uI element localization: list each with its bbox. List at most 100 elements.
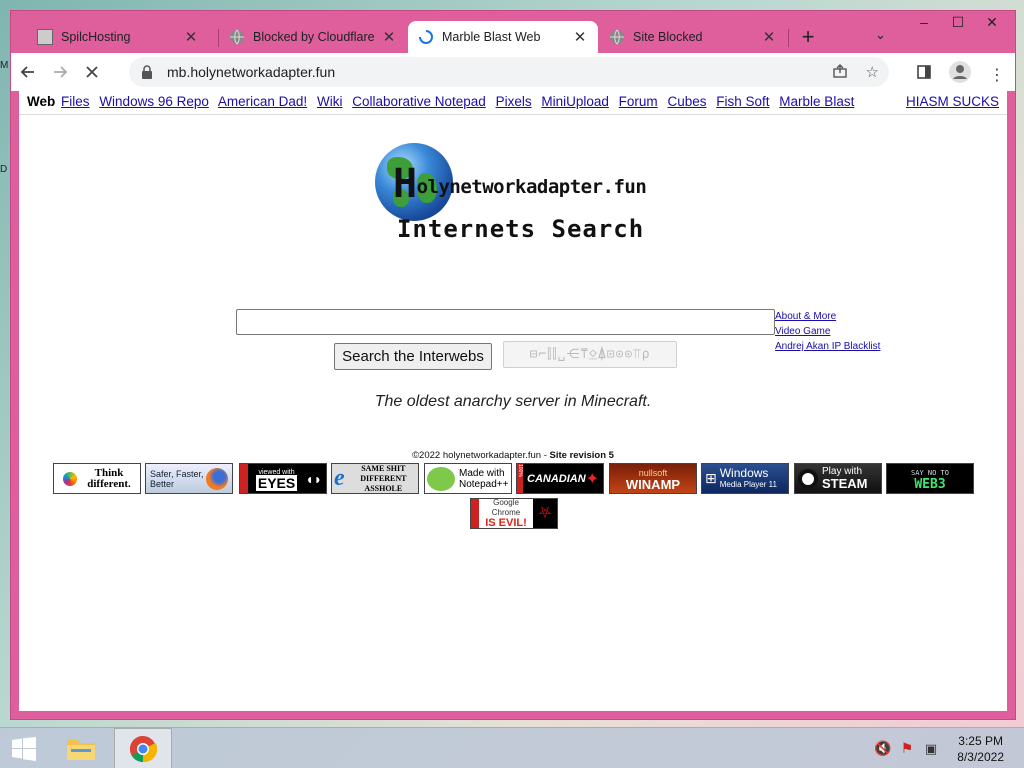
search-input[interactable] (236, 309, 775, 335)
notepadpp-chameleon-icon (427, 466, 455, 491)
address-bar[interactable]: mb.holynetworkadapter.fun ☆ (129, 57, 889, 87)
link-video-game[interactable]: Video Game (775, 324, 880, 339)
copyright-label: ©2022 holynetworkadapter.fun - (412, 450, 550, 461)
web-page: Web Files Windows 96 Repo American Dad! … (19, 91, 1007, 711)
nav-link-american-dad[interactable]: American Dad! (218, 94, 307, 109)
badge-winamp[interactable]: nullsoft WINAMP (609, 463, 697, 494)
badge-think-different[interactable]: Think different. (53, 463, 141, 494)
desktop-icon-label[interactable]: M (0, 60, 8, 71)
badge-text: CANADIAN (527, 472, 586, 485)
nav-link-collaborative-notepad[interactable]: Collaborative Notepad (352, 94, 486, 109)
close-tab-icon[interactable]: ✕ (761, 28, 777, 46)
clock-time: 3:25 PM (958, 734, 1003, 748)
tab-title: Site Blocked (633, 30, 703, 44)
badge-text: STEAM (822, 475, 868, 491)
loading-spinner-icon (418, 29, 434, 45)
badge-text: SAME SHIT DIFFERENT (360, 463, 407, 483)
tab-marble-blast-web[interactable]: Marble Blast Web ✕ (408, 21, 598, 53)
nav-link-cubes[interactable]: Cubes (667, 94, 706, 109)
logo-title-text: olynetworkadapter.fun (416, 176, 647, 198)
search-button[interactable]: Search the Interwebs (334, 343, 492, 370)
logo-title-initial: H (393, 161, 417, 207)
nav-link-fish-soft[interactable]: Fish Soft (716, 94, 769, 109)
link-ip-blacklist[interactable]: Andrej Akan IP Blacklist (775, 339, 880, 354)
eyes-icon: ◖◗ (305, 470, 322, 487)
close-tab-icon[interactable]: ✕ (381, 28, 397, 46)
pentagram-icon: ⛧ (533, 499, 557, 528)
tab-strip: SpilcHosting ✕ Blocked by Cloudflare ✕ M… (11, 11, 1015, 53)
action-center-flag-icon[interactable]: ⚑ (896, 728, 918, 768)
volume-muted-icon[interactable]: 🔇 (872, 728, 894, 768)
lock-icon[interactable] (141, 65, 155, 79)
system-clock[interactable]: 3:25 PM 8/3/2022 (957, 733, 1004, 765)
back-arrow-icon[interactable] (13, 57, 43, 87)
badge-text: ASSHOLE (364, 483, 403, 493)
badge-canadian[interactable]: 100% CANADIAN ✦ (516, 463, 604, 494)
badge-text: 100% (517, 464, 523, 493)
badge-text: Media Player 11 (719, 479, 777, 489)
close-tab-icon[interactable]: ✕ (183, 28, 199, 46)
badge-text: Better (150, 478, 175, 489)
badge-viewed-with-eyes[interactable]: viewed with EYES ◖◗ (239, 463, 327, 494)
new-tab-button[interactable]: + (795, 25, 821, 49)
badge-text: Windows (719, 465, 769, 480)
share-icon[interactable] (832, 63, 848, 83)
tab-site-blocked[interactable]: Site Blocked ✕ (599, 21, 787, 53)
spilc-favicon-icon (37, 29, 53, 45)
site-revision: Site revision 5 (549, 450, 614, 461)
badge-web3[interactable]: SAY NO TO WEB3 (886, 463, 974, 494)
badge-text: Google Chrome (491, 498, 521, 517)
maple-leaf-icon: ✦ (585, 470, 600, 488)
minimize-button[interactable]: – (907, 11, 941, 35)
badge-notepadpp[interactable]: Made with Notepad++ (424, 463, 512, 494)
nav-link-marble-blast[interactable]: Marble Blast (779, 94, 854, 109)
nav-link-hiasm-sucks[interactable]: HIASM SUCKS (906, 94, 999, 109)
badge-chrome-evil[interactable]: Google Chrome IS EVIL! ⛧ (470, 498, 558, 529)
forward-arrow-icon[interactable] (45, 57, 75, 87)
close-tab-icon[interactable]: ✕ (572, 28, 588, 46)
badge-steam[interactable]: Play with STEAM (794, 463, 882, 494)
steam-logo-icon (798, 468, 818, 489)
nav-link-wiki[interactable]: Wiki (317, 94, 343, 109)
tab-spilchosting[interactable]: SpilcHosting ✕ (27, 21, 209, 53)
nav-link-forum[interactable]: Forum (619, 94, 658, 109)
chrome-taskbar-button[interactable] (114, 728, 172, 768)
badge-same-shit[interactable]: e SAME SHIT DIFFERENT ASSHOLE (331, 463, 419, 494)
badge-text: different. (87, 477, 131, 490)
top-nav: Web Files Windows 96 Repo American Dad! … (19, 91, 1007, 115)
firefox-logo-icon (206, 467, 228, 490)
tab-search-chevron-icon[interactable]: ⌄ (875, 27, 886, 43)
badge-text: Safer, Faster, (150, 468, 204, 479)
start-button-windows-icon[interactable] (4, 728, 44, 768)
nav-link-miniupload[interactable]: MiniUpload (541, 94, 609, 109)
badge-text: WINAMP (625, 476, 681, 492)
link-about-more[interactable]: About & More (775, 309, 880, 324)
close-window-button[interactable]: ✕ (975, 11, 1009, 35)
badge-stripe (240, 464, 248, 493)
badge-wmp[interactable]: ⊞ Windows Media Player 11 (701, 463, 789, 494)
nav-link-pixels[interactable]: Pixels (496, 94, 532, 109)
badge-text: Notepad++ (459, 478, 509, 490)
stop-loading-icon[interactable] (77, 57, 107, 87)
badge-firefox[interactable]: Safer, Faster, Better (145, 463, 233, 494)
clock-date: 8/3/2022 (957, 750, 1004, 764)
kebab-menu-icon[interactable]: ⋮ (989, 65, 1005, 85)
chrome-logo-icon (129, 735, 157, 762)
side-panel-icon[interactable] (917, 65, 931, 84)
nav-link-files[interactable]: Files (61, 94, 90, 109)
maximize-button[interactable]: ☐ (941, 11, 975, 35)
tab-blocked-cloudflare[interactable]: Blocked by Cloudflare ✕ (219, 21, 407, 53)
bookmark-star-icon[interactable]: ☆ (866, 63, 879, 83)
file-explorer-folder-icon[interactable] (58, 728, 104, 768)
network-icon[interactable]: ▣ (920, 728, 942, 768)
logo-title: Holynetworkadapter.fun (393, 164, 647, 204)
profile-avatar-icon[interactable] (949, 61, 971, 88)
tab-title: Marble Blast Web (442, 30, 541, 44)
glyph-search-button[interactable]: ⊟⌐⫿⫿␣⋲⍑⍚⍋⊡⊙⊙⫪⍴ (503, 341, 677, 368)
browser-window: SpilcHosting ✕ Blocked by Cloudflare ✕ M… (10, 10, 1016, 720)
badge-text: EYES (255, 475, 298, 491)
nav-web[interactable]: Web (27, 94, 55, 109)
taskbar: 🔇 ⚑ ▣ 3:25 PM 8/3/2022 (0, 727, 1024, 768)
desktop-icon-label[interactable]: D (0, 164, 7, 175)
nav-link-windows96-repo[interactable]: Windows 96 Repo (99, 94, 209, 109)
